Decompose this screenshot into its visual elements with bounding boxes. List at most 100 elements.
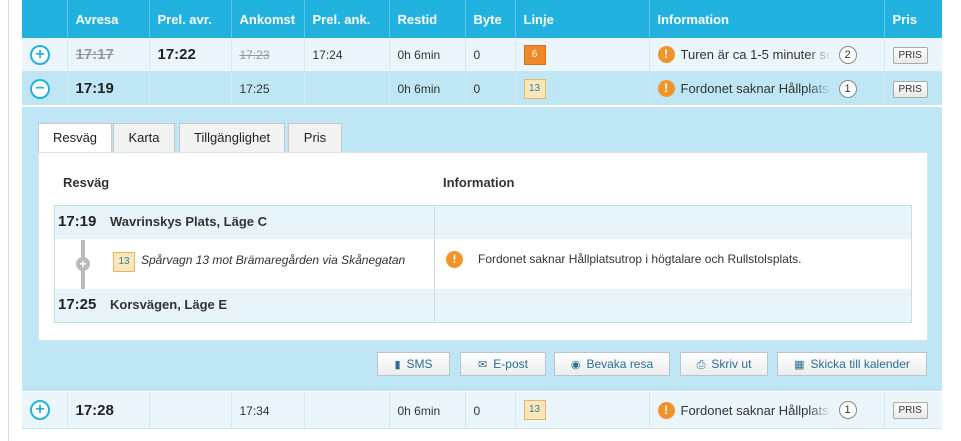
ankomst-cell: 17:23: [231, 38, 305, 72]
itinerary: 17:19 Wavrinskys Plats, Läge C 13 Spårva…: [54, 205, 912, 323]
column-divider: [434, 206, 435, 322]
calendar-icon: ▦: [794, 359, 805, 371]
ankomst-time: 17:25: [239, 82, 270, 96]
byte-cell: 0: [465, 392, 516, 429]
arrival-stop[interactable]: Korsvägen, Läge E: [110, 297, 227, 312]
expand-icon[interactable]: +: [30, 400, 50, 420]
byte-value: 0: [473, 82, 481, 96]
calendar-label: Skicka till kalender: [810, 357, 910, 371]
pris-button[interactable]: PRIS: [892, 46, 928, 64]
pris-button[interactable]: PRIS: [892, 80, 928, 98]
prel-ank-cell: 17:24: [304, 38, 390, 72]
toggle-cell: −: [22, 71, 68, 105]
line-badge: 13: [523, 78, 546, 99]
info-cell: ! Fordonet saknar Hållplatsutrop 1: [649, 71, 885, 105]
trip-row-2[interactable]: − 17:19 17:25 0h 6min 0 13 ! Fordonet sak…: [22, 71, 942, 105]
arrival-stop-row: 17:25 Korsvägen, Läge E: [55, 289, 911, 322]
info-cell: ! Fordonet saknar Hållplatsutrop 1: [649, 392, 885, 429]
prel-avr-cell: 17:22: [149, 38, 232, 72]
trips-table-continued: + 17:28 17:34 0h 6min 0 13 ! Fordonet sak…: [22, 392, 942, 429]
col-ankomst: Ankomst: [231, 0, 305, 38]
linje-cell: 13: [515, 392, 650, 429]
resvag-panel: Resväg Information 17:19 Wavrinskys Plat…: [38, 152, 928, 341]
trip-row-1[interactable]: + 17:17 17:22 17:23 17:24 0h 6min 0 6 ! T…: [22, 38, 942, 72]
warning-icon[interactable]: !: [657, 80, 675, 97]
avresa-time: 17:28: [75, 401, 114, 419]
collapse-icon[interactable]: −: [30, 78, 50, 99]
prel-ank-time: 17:24: [312, 48, 343, 62]
ankomst-time: 17:23: [239, 48, 270, 62]
col-toggle: [22, 0, 68, 38]
tab-tillganglighet[interactable]: Tillgänglighet: [179, 123, 285, 153]
email-label: E-post: [493, 357, 528, 371]
line-badge: 13: [113, 252, 135, 272]
email-button[interactable]: ✉ E-post: [460, 352, 546, 376]
info-text[interactable]: Turen är ca 1-5 minuter sen: [681, 47, 831, 62]
tab-resvag[interactable]: Resväg: [38, 123, 112, 155]
restid-value: 0h 6min: [397, 82, 441, 96]
leg-info: Fordonet saknar Hållplatsutrop i högtala…: [478, 252, 802, 266]
arrival-time: 17:25: [58, 296, 97, 313]
info-text[interactable]: Fordonet saknar Hållplatsutrop: [681, 403, 831, 418]
departure-stop[interactable]: Wavrinskys Plats, Läge C: [110, 214, 267, 229]
line-badge: 13: [523, 400, 546, 420]
trip-actions: ▮ SMS ✉ E-post ◉ Bevaka resa ⎙ Skriv ut ▦ Ski…: [22, 352, 942, 376]
col-avresa: Avresa: [67, 0, 150, 38]
ankomst-cell: 17:25: [231, 71, 305, 105]
pris-cell: PRIS: [884, 71, 942, 105]
sms-label: SMS: [406, 357, 433, 371]
leg-description: Spårvagn 13 mot Brämaregården via Skåneg…: [141, 253, 406, 267]
calendar-button[interactable]: ▦ Skicka till kalender: [777, 352, 927, 376]
expand-icon[interactable]: +: [30, 44, 50, 65]
byte-cell: 0: [465, 71, 516, 105]
printer-icon: ⎙: [696, 359, 706, 371]
col-linje: Linje: [515, 0, 650, 38]
tab-karta[interactable]: Karta: [113, 123, 175, 153]
eye-icon: ◉: [570, 359, 581, 371]
col-prel-avr: Prel. avr.: [149, 0, 232, 38]
table-header-row: Avresa Prel. avr. Ankomst Prel. ank. Res…: [22, 0, 942, 38]
information-heading: Information: [443, 175, 515, 190]
warning-icon[interactable]: !: [657, 401, 675, 419]
watch-trip-button[interactable]: ◉ Bevaka resa: [554, 352, 670, 376]
pris-button[interactable]: PRIS: [892, 402, 928, 419]
departure-stop-row: 17:19 Wavrinskys Plats, Läge C: [55, 206, 911, 239]
route-stop-icon: +: [76, 257, 90, 271]
ankomst-time: 17:34: [239, 403, 270, 418]
col-prel-ank: Prel. ank.: [304, 0, 390, 38]
linje-cell: 6: [515, 38, 650, 72]
tab-pris[interactable]: Pris: [288, 123, 342, 153]
sms-button[interactable]: ▮ SMS: [377, 352, 450, 376]
avresa-cell: 17:17: [67, 38, 150, 72]
prel-ank-cell: [304, 71, 390, 105]
trip-row-3[interactable]: + 17:28 17:34 0h 6min 0 13 ! Fordonet sak…: [22, 392, 942, 429]
left-border: [8, 0, 9, 441]
col-byte: Byte: [465, 0, 516, 38]
print-label: Skriv ut: [711, 357, 752, 371]
avresa-cell: 17:28: [67, 392, 150, 429]
col-information: Information: [649, 0, 885, 38]
avresa-time: 17:17: [75, 46, 114, 63]
restid-value: 0h 6min: [397, 48, 441, 62]
byte-cell: 0: [465, 38, 516, 72]
toggle-cell: +: [22, 38, 68, 72]
byte-value: 0: [473, 403, 481, 418]
info-text[interactable]: Fordonet saknar Hållplatsutrop: [681, 81, 831, 96]
restid-cell: 0h 6min: [389, 392, 466, 429]
trip-results: Avresa Prel. avr. Ankomst Prel. ank. Res…: [22, 0, 942, 441]
warning-icon: !: [446, 251, 463, 268]
info-count-badge[interactable]: 2: [838, 45, 857, 64]
prel-ank-cell: [304, 392, 390, 429]
print-button[interactable]: ⎙ Skriv ut: [680, 352, 768, 376]
info-count-badge[interactable]: 1: [838, 401, 857, 419]
byte-value: 0: [473, 48, 481, 62]
restid-cell: 0h 6min: [389, 38, 466, 72]
restid-cell: 0h 6min: [389, 71, 466, 105]
col-pris: Pris: [884, 0, 942, 38]
warning-icon[interactable]: !: [657, 46, 675, 63]
info-count-badge[interactable]: 1: [838, 79, 857, 98]
prel-avr-time: 17:22: [157, 46, 196, 63]
leg-row: 13 Spårvagn 13 mot Brämaregården via Skå…: [55, 240, 911, 290]
envelope-icon: ✉: [478, 359, 488, 371]
prel-avr-cell: [149, 392, 232, 429]
